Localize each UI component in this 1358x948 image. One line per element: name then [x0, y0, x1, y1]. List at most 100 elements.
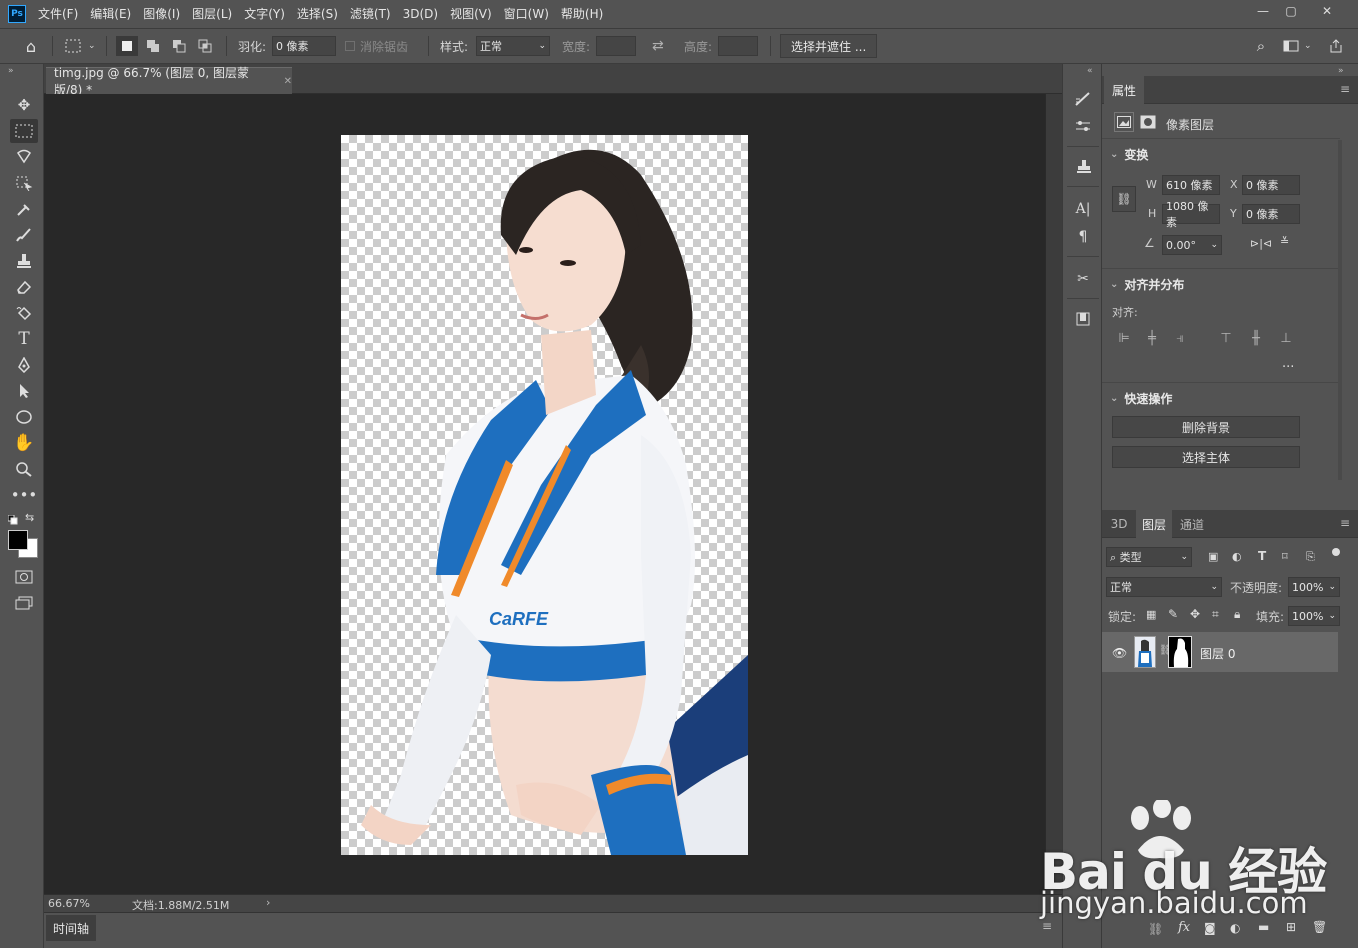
adjustment-layer-icon[interactable]: ◐	[1230, 921, 1240, 935]
angle-field[interactable]: 0.00° ⌄	[1162, 235, 1222, 255]
lock-artboard-icon[interactable]: ⌗	[1212, 607, 1219, 622]
brush-tool-icon[interactable]	[10, 223, 38, 247]
subtract-selection-icon[interactable]	[168, 36, 190, 56]
menu-filter[interactable]: 滤镜(T)	[344, 0, 397, 28]
close-window-icon[interactable]: ✕	[1314, 2, 1340, 20]
link-dimensions-icon[interactable]: ⛓	[1112, 186, 1136, 212]
filter-toggle[interactable]	[1332, 548, 1340, 562]
close-tab-icon[interactable]: ✕	[284, 76, 292, 87]
object-selection-tool-icon[interactable]	[10, 171, 38, 195]
timeline-tab[interactable]: 时间轴	[46, 915, 96, 941]
hand-tool-icon[interactable]: ✋	[10, 431, 38, 455]
menu-window[interactable]: 窗口(W)	[498, 0, 555, 28]
transform-section-title[interactable]: ⌄ 变换	[1110, 146, 1148, 163]
menu-help[interactable]: 帮助(H)	[555, 0, 609, 28]
feather-input[interactable]: 0 像素	[272, 36, 336, 56]
rectangular-marquee-tool-icon[interactable]	[10, 119, 38, 143]
properties-scrollbar[interactable]	[1338, 140, 1342, 480]
layer-name[interactable]: 图层 0	[1200, 645, 1235, 662]
tool-presets-icon[interactable]: ✂	[1071, 268, 1095, 290]
opacity-field[interactable]: 100% ⌄	[1288, 577, 1340, 597]
screen-mode-icon[interactable]	[10, 591, 38, 615]
quick-mask-icon[interactable]	[10, 565, 38, 589]
height-field[interactable]: 1080 像素	[1162, 200, 1220, 229]
workspace-icon[interactable]	[1280, 36, 1302, 56]
eye-visibility-icon[interactable]: 👁︎	[1112, 646, 1127, 660]
layer-image[interactable]: CaRFE	[341, 135, 748, 855]
menu-view[interactable]: 视图(V)	[444, 0, 498, 28]
layer-thumbnail[interactable]	[1134, 636, 1156, 668]
layer-style-fx-icon[interactable]: fx	[1178, 920, 1190, 935]
layer-mask-thumbnail[interactable]	[1168, 636, 1192, 668]
eraser-tool-icon[interactable]	[10, 275, 38, 299]
collapse-arrows-icon[interactable]: »	[8, 66, 14, 76]
menu-type[interactable]: 文字(Y)	[238, 0, 291, 28]
default-colors-icon[interactable]	[7, 514, 18, 525]
tab-properties[interactable]: 属性	[1104, 76, 1144, 104]
search-icon[interactable]: ⌕	[1250, 36, 1272, 56]
quick-actions-section-title[interactable]: ⌄ 快速操作	[1110, 390, 1172, 407]
blend-mode-select[interactable]: 正常 ⌄	[1106, 577, 1222, 597]
filter-adjustment-icon[interactable]: ◐	[1232, 550, 1242, 563]
swap-arrows-icon[interactable]: ⇄	[652, 29, 664, 63]
tab-channels[interactable]: 通道	[1174, 510, 1210, 538]
more-tools-icon[interactable]: •••	[10, 483, 38, 507]
more-options-icon[interactable]: ...	[1282, 356, 1294, 371]
layer-filter-select[interactable]: ⌕ 类型 ⌄	[1106, 547, 1192, 567]
menu-edit[interactable]: 编辑(E)	[84, 0, 137, 28]
align-left-icon[interactable]: ⊫	[1116, 330, 1132, 346]
remove-background-button[interactable]: 删除背景	[1112, 416, 1300, 438]
libraries-icon[interactable]	[1071, 308, 1095, 330]
menu-3d[interactable]: 3D(D)	[397, 0, 444, 28]
panel-menu-icon[interactable]: ≡	[1340, 82, 1350, 96]
flip-horizontal-icon[interactable]: ⊳|⊲	[1250, 237, 1272, 250]
filter-type-icon[interactable]: T	[1258, 549, 1266, 563]
align-top-icon[interactable]: ⊤	[1218, 330, 1234, 346]
paragraph-panel-icon[interactable]: ¶	[1071, 226, 1095, 248]
select-subject-button[interactable]: 选择主体	[1112, 446, 1300, 468]
align-middle-vertical-icon[interactable]: ╫	[1248, 330, 1264, 346]
clone-stamp-tool-icon[interactable]	[10, 249, 38, 273]
foreground-color-swatch[interactable]	[8, 530, 28, 550]
chevron-down-icon[interactable]: ⌄	[1304, 29, 1312, 63]
add-selection-icon[interactable]	[142, 36, 164, 56]
clone-source-icon[interactable]	[1071, 156, 1095, 178]
select-and-mask-button[interactable]: 选择并遮住 ...	[780, 34, 878, 58]
fill-field[interactable]: 100% ⌄	[1288, 606, 1340, 626]
add-mask-icon[interactable]: ◙	[1204, 921, 1216, 935]
align-section-title[interactable]: ⌄ 对齐并分布	[1110, 276, 1184, 293]
new-layer-icon[interactable]: ⊞	[1286, 920, 1296, 934]
ellipse-tool-icon[interactable]	[10, 405, 38, 429]
zoom-tool-icon[interactable]	[10, 457, 38, 481]
lock-position-icon[interactable]: ✥	[1190, 607, 1200, 621]
move-tool-icon[interactable]: ✥	[10, 93, 38, 117]
status-chevron-icon[interactable]: ›	[266, 896, 270, 909]
eyedropper-tool-icon[interactable]	[10, 197, 38, 221]
brush-settings-icon[interactable]	[1071, 116, 1095, 138]
character-panel-icon[interactable]: A|	[1071, 198, 1095, 220]
align-bottom-icon[interactable]: ⊥	[1278, 330, 1294, 346]
filter-shape-icon[interactable]: ⌑	[1282, 550, 1288, 563]
home-icon[interactable]: ⌂	[20, 36, 42, 56]
layer-mask-icon[interactable]	[1140, 114, 1156, 130]
marquee-preset-icon[interactable]	[62, 36, 84, 56]
delete-layer-icon[interactable]: 🗑︎	[1312, 920, 1327, 934]
maximize-icon[interactable]: ▢	[1278, 2, 1304, 20]
share-icon[interactable]	[1325, 36, 1347, 56]
menu-image[interactable]: 图像(I)	[137, 0, 186, 28]
align-right-icon[interactable]: ⫣	[1172, 330, 1188, 346]
chevron-down-icon[interactable]: ⌄	[88, 29, 96, 63]
document-tab[interactable]: timg.jpg @ 66.7% (图层 0, 图层蒙版/8) * ✕	[46, 66, 292, 97]
lasso-tool-icon[interactable]	[10, 145, 38, 169]
lock-image-icon[interactable]: ✎	[1168, 607, 1178, 621]
width-input[interactable]	[596, 36, 636, 56]
menu-select[interactable]: 选择(S)	[291, 0, 344, 28]
style-select[interactable]: 正常 ⌄	[476, 36, 550, 56]
pen-tool-icon[interactable]	[10, 353, 38, 377]
type-tool-icon[interactable]: T	[10, 327, 38, 351]
paint-bucket-tool-icon[interactable]	[10, 301, 38, 325]
panel-menu-icon[interactable]: ≡	[1340, 516, 1350, 530]
filter-pixel-icon[interactable]: ▣	[1208, 550, 1218, 563]
y-field[interactable]: 0 像素	[1242, 204, 1300, 224]
minimize-icon[interactable]: —	[1250, 2, 1276, 20]
